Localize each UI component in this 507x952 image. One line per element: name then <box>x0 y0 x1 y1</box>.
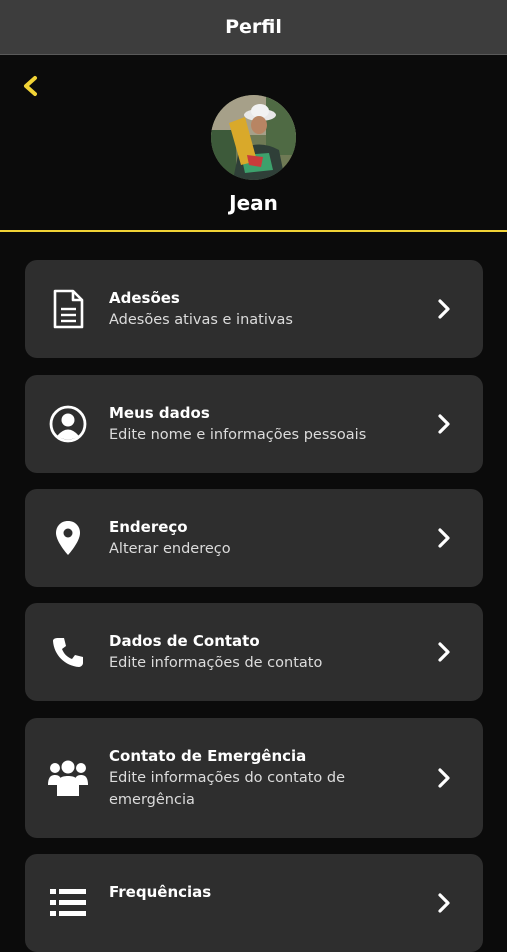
menu-item-label: Contato de Emergência <box>109 747 307 765</box>
chevron-right-icon <box>433 767 455 789</box>
menu-item-label: Dados de Contato <box>109 632 260 650</box>
menu-item-label: Endereço <box>109 518 188 536</box>
menu-item-subtitle: Edite nome e informações pessoais <box>109 427 367 443</box>
chevron-right-icon <box>433 641 455 663</box>
menu-item-frequencias[interactable]: Frequências <box>25 854 483 952</box>
chevron-right-icon <box>433 527 455 549</box>
phone-icon <box>47 631 89 673</box>
menu-item-subtitle: Edite informações do contato de emergênc… <box>109 770 346 808</box>
menu-item-subtitle: Adesões ativas e inativas <box>109 312 293 328</box>
back-button[interactable] <box>16 72 44 100</box>
chevron-right-icon <box>433 892 455 914</box>
profile-header: Jean <box>0 55 507 232</box>
menu-item-subtitle: Alterar endereço <box>109 541 231 557</box>
menu-item-meus-dados[interactable]: Meus dados Edite nome e informações pess… <box>25 375 483 473</box>
menu-item-adesoes[interactable]: Adesões Adesões ativas e inativas <box>25 260 483 358</box>
users-group-icon <box>47 757 89 799</box>
menu-item-contato-de-emergencia[interactable]: Contato de Emergência Edite informações … <box>25 718 483 838</box>
chevron-right-icon <box>433 298 455 320</box>
menu-item-endereco[interactable]: Endereço Alterar endereço <box>25 489 483 587</box>
page-title: Perfil <box>225 16 282 38</box>
menu-item-dados-de-contato[interactable]: Dados de Contato Edite informações de co… <box>25 603 483 701</box>
chevron-right-icon <box>433 413 455 435</box>
user-circle-icon <box>47 403 89 445</box>
user-name: Jean <box>229 191 278 215</box>
menu-item-label: Adesões <box>109 289 180 307</box>
menu-item-subtitle: Edite informações de contato <box>109 655 323 671</box>
menu-item-label: Meus dados <box>109 404 210 422</box>
avatar[interactable] <box>211 95 296 180</box>
map-pin-icon <box>47 517 89 559</box>
document-icon <box>47 288 89 330</box>
list-icon <box>47 882 89 924</box>
top-bar: Perfil <box>0 0 507 55</box>
chevron-left-icon <box>24 76 37 96</box>
